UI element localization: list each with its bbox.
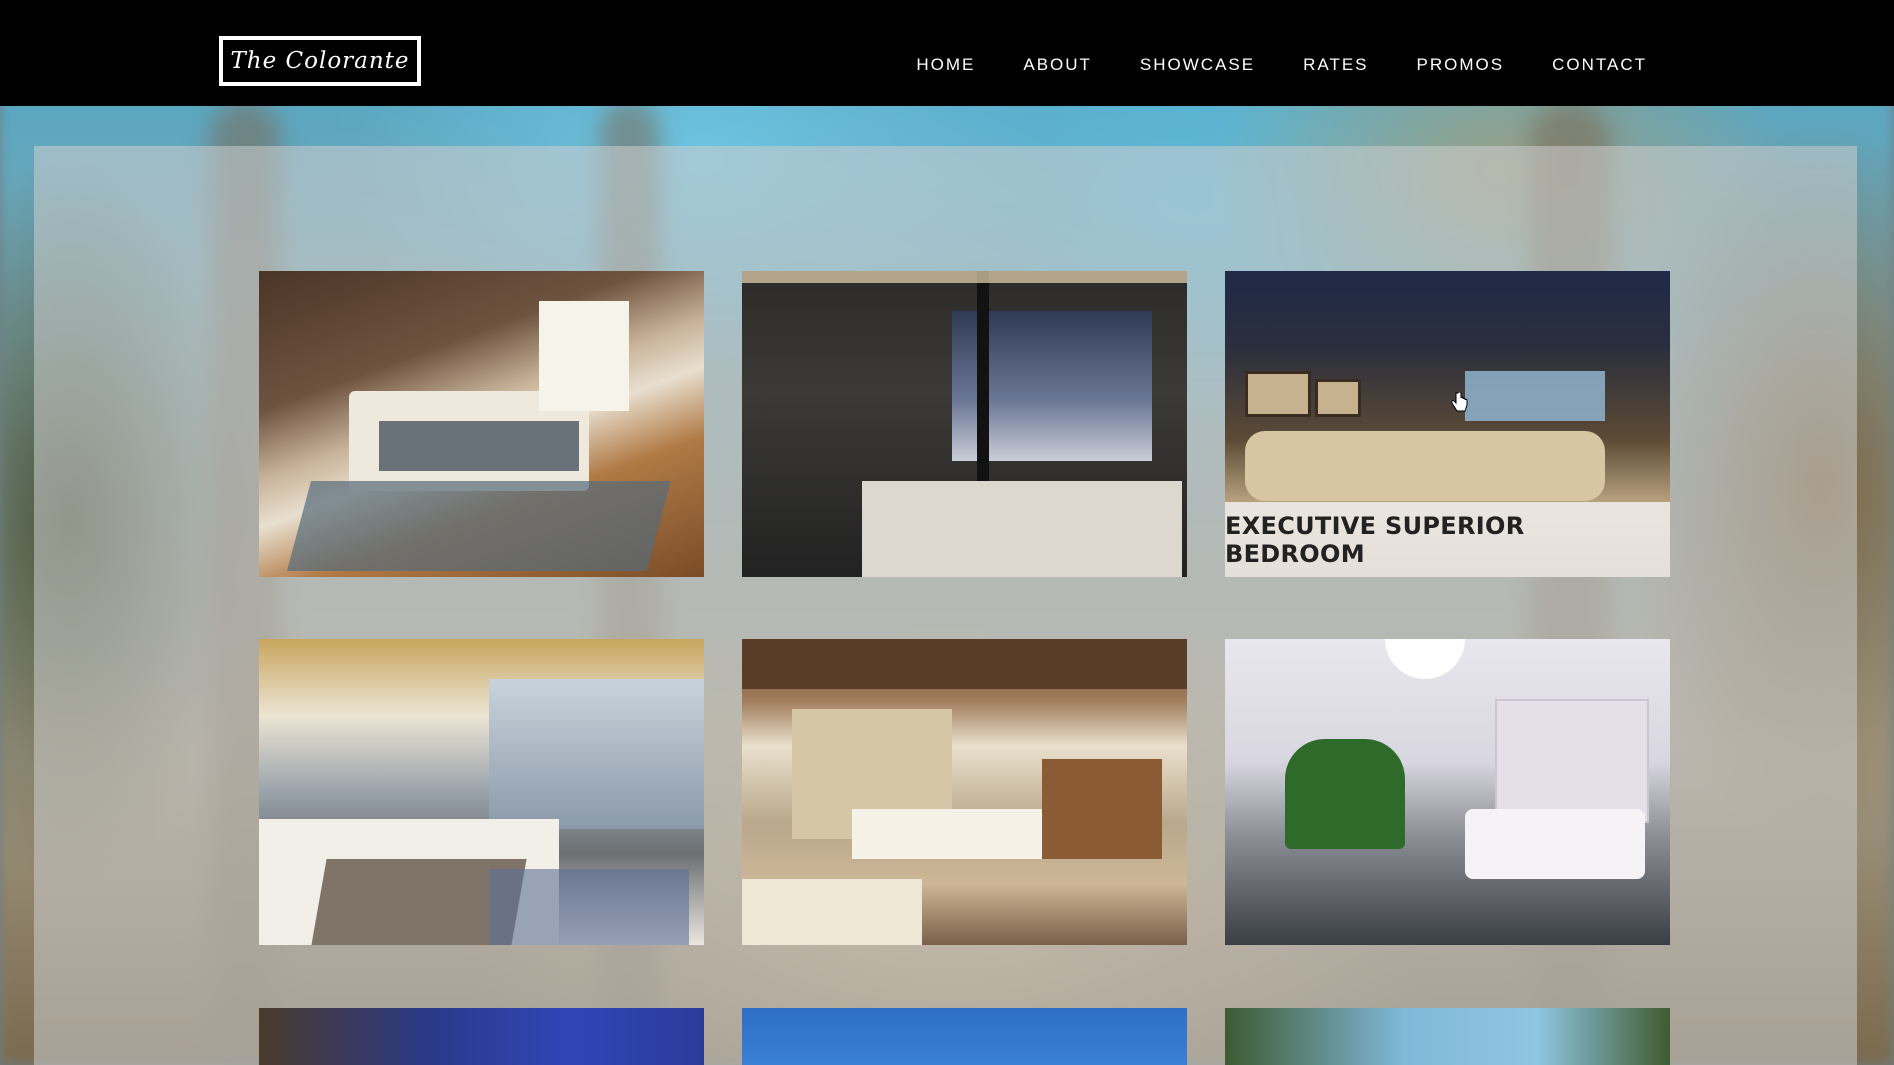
bedroom-photo — [742, 639, 1187, 945]
nav-item-contact[interactable]: CONTACT — [1552, 53, 1647, 77]
gallery-tile-8[interactable] — [742, 1008, 1187, 1065]
gallery-tile-3[interactable]: EXECUTIVE SUPERIOR BEDROOM — [1225, 271, 1670, 577]
resort-photo — [742, 1008, 1187, 1065]
gallery-tile-1[interactable] — [259, 271, 704, 577]
top-navigation-bar: The Colorante HOME ABOUT SHOWCASE RATES … — [0, 0, 1894, 106]
nav-item-showcase[interactable]: SHOWCASE — [1140, 53, 1255, 77]
resort-photo — [259, 1008, 704, 1065]
main-menu: HOME ABOUT SHOWCASE RATES PROMOS CONTACT — [868, 53, 1647, 77]
hand-cursor-icon — [1451, 392, 1468, 412]
gallery-tile-5[interactable] — [742, 639, 1187, 945]
bedroom-photo — [742, 271, 1187, 577]
gallery-tile-6[interactable] — [1225, 639, 1670, 945]
site-logo[interactable]: The Colorante — [219, 36, 421, 86]
bedroom-photo — [259, 271, 704, 577]
gallery-tile-7[interactable] — [259, 1008, 704, 1065]
bedroom-photo — [259, 639, 704, 945]
nav-item-promos[interactable]: PROMOS — [1417, 53, 1505, 77]
bedroom-photo — [1225, 639, 1670, 945]
gallery-tile-2[interactable] — [742, 271, 1187, 577]
gallery-tile-4[interactable] — [259, 639, 704, 945]
gallery-tile-9[interactable] — [1225, 1008, 1670, 1065]
resort-photo — [1225, 1008, 1670, 1065]
nav-item-rates[interactable]: RATES — [1303, 53, 1368, 77]
nav-item-home[interactable]: HOME — [916, 53, 975, 77]
nav-item-about[interactable]: ABOUT — [1023, 53, 1092, 77]
tile-caption: EXECUTIVE SUPERIOR BEDROOM — [1225, 502, 1670, 577]
